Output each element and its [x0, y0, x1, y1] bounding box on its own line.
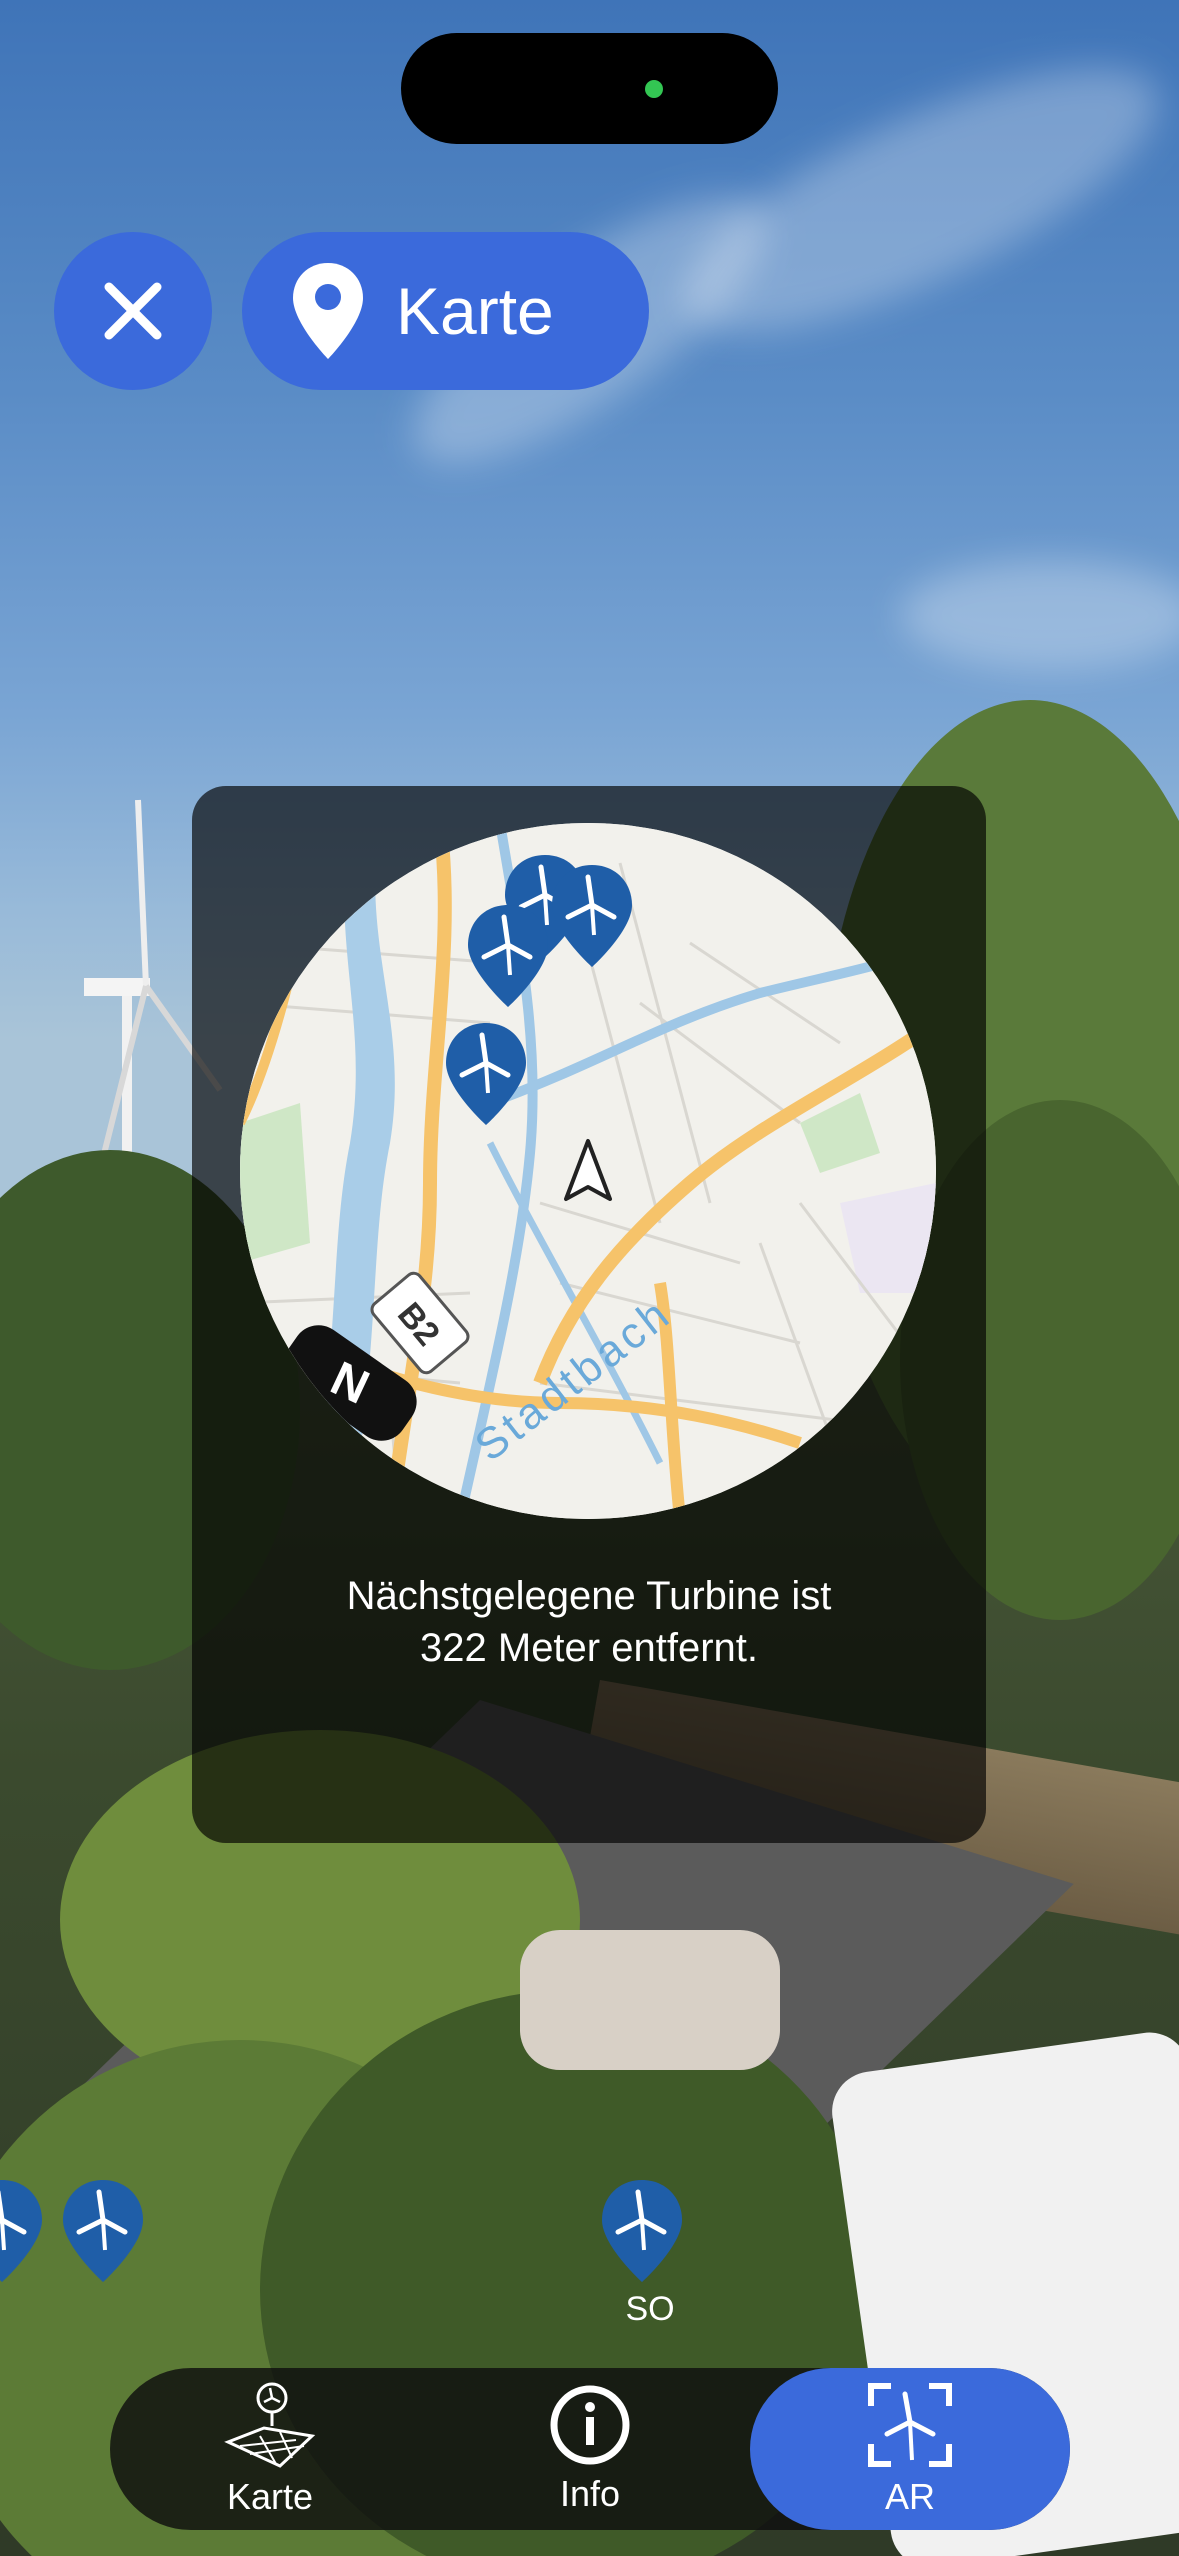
close-icon [104, 282, 162, 340]
tab-ar[interactable]: AR [750, 2368, 1070, 2530]
ar-camera-view: Karte B2 Stadtbach N Nächstgelegene Turb… [0, 0, 1179, 2556]
map-button-label: Karte [396, 274, 554, 348]
tab-label: Karte [226, 2476, 314, 2517]
mini-map[interactable]: B2 Stadtbach N [240, 823, 936, 1519]
tab-label: AR [884, 2476, 935, 2517]
ar-turbine-marker-icon[interactable] [600, 2178, 684, 2298]
camera-indicator [645, 80, 663, 98]
distance-text-line-2: 322 Meter entfernt. [420, 1626, 758, 1670]
ar-turbine-marker-icon[interactable] [0, 2178, 44, 2298]
dynamic-island [401, 33, 778, 144]
info-icon [550, 2385, 630, 2465]
mini-map-canvas: B2 Stadtbach N [240, 823, 936, 1519]
parked-car [520, 1930, 780, 2070]
ar-turbine-marker-icon[interactable] [61, 2178, 145, 2298]
tab-info[interactable]: Info [490, 2368, 690, 2530]
map-pin-icon [293, 263, 363, 359]
tab-karte[interactable]: Karte [170, 2368, 370, 2530]
map-button[interactable]: Karte [242, 232, 649, 390]
map-turbine-icon [224, 2382, 316, 2468]
direction-label: SO [625, 2290, 675, 2328]
nearest-turbine-distance: Nächstgelegene Turbine ist 322 Meter ent… [192, 1570, 986, 1674]
close-button[interactable] [54, 232, 212, 390]
distance-text-line-1: Nächstgelegene Turbine ist [346, 1574, 832, 1618]
tab-label: Info [559, 2473, 621, 2514]
ar-scan-turbine-icon [868, 2383, 952, 2467]
